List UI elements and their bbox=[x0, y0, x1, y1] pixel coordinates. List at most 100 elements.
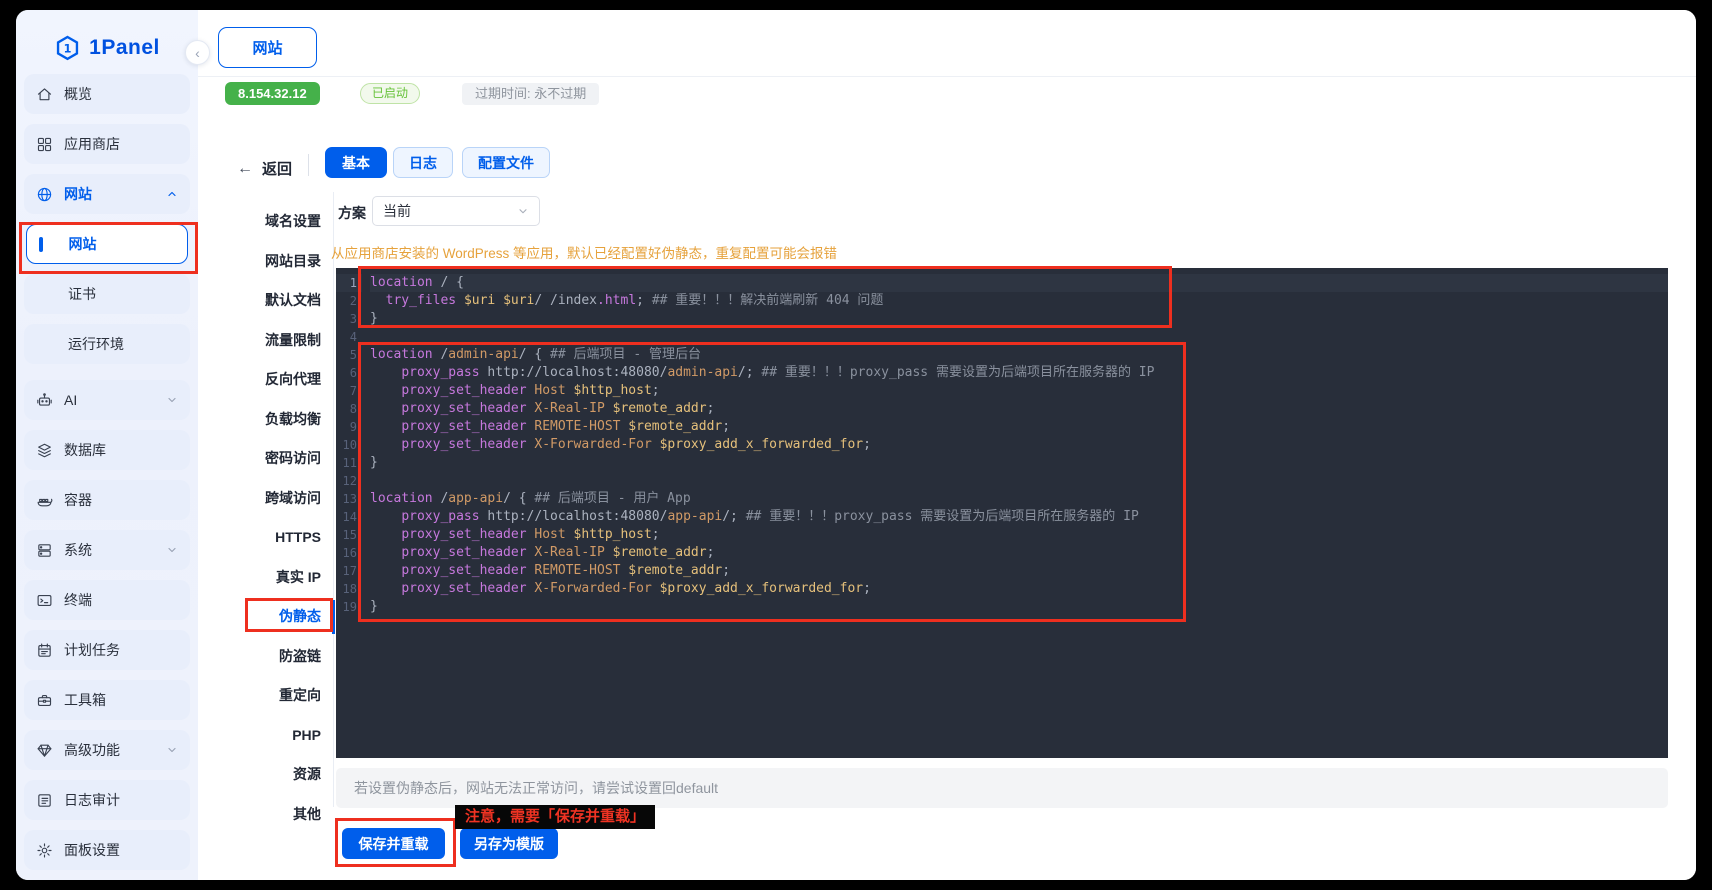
chevron-up-icon bbox=[166, 188, 178, 200]
rewrite-note: 若设置伪静态后，网站无法正常访问，请尝试设置回default bbox=[336, 768, 1668, 808]
settings-nav-item-流量限制[interactable]: 流量限制 bbox=[198, 321, 321, 361]
sidebar-collapse-button[interactable]: ‹ bbox=[185, 40, 210, 65]
settings-nav-item-资源[interactable]: 资源 bbox=[198, 755, 321, 795]
sidebar-item-label: 高级功能 bbox=[64, 740, 120, 760]
code-line: proxy_set_header X-Real-IP $remote_addr; bbox=[370, 400, 1668, 418]
settings-nav-item-其他[interactable]: 其他 bbox=[198, 795, 321, 835]
sidebar-item-label: 工具箱 bbox=[64, 690, 106, 710]
sidebar-item-label: 面板设置 bbox=[64, 840, 120, 860]
code-line: } bbox=[370, 598, 1668, 616]
toolbar-divider bbox=[308, 154, 309, 176]
toolbox-icon bbox=[36, 692, 53, 709]
code-line: proxy_set_header Host $http_host; bbox=[370, 382, 1668, 400]
robot-icon bbox=[36, 392, 53, 409]
editor-code: location / { try_files $uri $uri/ /index… bbox=[362, 268, 1668, 758]
code-line: proxy_pass http://localhost:48080/admin-… bbox=[370, 364, 1668, 382]
sidebar-item-terminal[interactable]: 终端 bbox=[24, 580, 190, 620]
settings-nav-item-默认文档[interactable]: 默认文档 bbox=[198, 281, 321, 321]
sidebar-item-settings[interactable]: 面板设置 bbox=[24, 830, 190, 870]
settings-nav-item-反向代理[interactable]: 反向代理 bbox=[198, 360, 321, 400]
expire-time-badge: 过期时间: 永不过期 bbox=[462, 83, 599, 105]
back-arrow-icon: ← bbox=[237, 160, 253, 178]
save-reload-tooltip: 注意，需要「保存并重载」 bbox=[455, 805, 655, 829]
code-line: proxy_pass http://localhost:48080/app-ap… bbox=[370, 508, 1668, 526]
tab-website[interactable]: 网站 bbox=[218, 27, 317, 68]
sidebar-item-label: 应用商店 bbox=[64, 134, 120, 154]
settings-nav-item-密码访问[interactable]: 密码访问 bbox=[198, 439, 321, 479]
sidebar-item-label: 计划任务 bbox=[64, 640, 120, 660]
settings-nav-divider bbox=[333, 192, 334, 807]
globe-icon bbox=[36, 186, 53, 203]
tab-basic[interactable]: 基本 bbox=[325, 147, 387, 178]
code-line: proxy_set_header X-Forwarded-For $proxy_… bbox=[370, 436, 1668, 454]
sidebar-item-cron[interactable]: 计划任务 bbox=[24, 630, 190, 670]
sidebar-item-overview[interactable]: 概览 bbox=[24, 74, 190, 114]
rewrite-code-editor[interactable]: 12345678910111213141516171819 location /… bbox=[336, 268, 1668, 758]
code-line: proxy_set_header Host $http_host; bbox=[370, 526, 1668, 544]
settings-nav-item-负载均衡[interactable]: 负载均衡 bbox=[198, 400, 321, 440]
sidebar-subitem-website-runtime[interactable]: 运行环境 bbox=[24, 324, 190, 364]
sidebar-item-container[interactable]: 容器 bbox=[24, 480, 190, 520]
code-line: location /admin-api/ { ## 后端项目 - 管理后台 bbox=[370, 346, 1668, 364]
settings-nav-item-PHP[interactable]: PHP bbox=[198, 716, 321, 756]
save-as-template-button[interactable]: 另存为模版 bbox=[460, 828, 558, 859]
gear-icon bbox=[36, 842, 53, 859]
database-icon bbox=[36, 442, 53, 459]
sidebar-menu: 概览应用商店网站网站证书运行环境AI数据库容器系统终端计划任务工具箱高级功能日志… bbox=[24, 74, 190, 880]
settings-nav-item-防盗链[interactable]: 防盗链 bbox=[198, 637, 321, 677]
status-running-badge: 已启动 bbox=[360, 83, 420, 104]
sidebar-item-label: 终端 bbox=[64, 590, 92, 610]
settings-nav-item-跨域访问[interactable]: 跨域访问 bbox=[198, 479, 321, 519]
scheme-label: 方案 bbox=[338, 203, 366, 223]
audit-icon bbox=[36, 792, 53, 809]
chevron-down-icon bbox=[166, 394, 178, 406]
sidebar-item-app-store[interactable]: 应用商店 bbox=[24, 124, 190, 164]
settings-nav: 域名设置网站目录默认文档流量限制反向代理负载均衡密码访问跨域访问HTTPS真实 … bbox=[198, 202, 321, 834]
sidebar-item-label: 容器 bbox=[64, 490, 92, 510]
sidebar-item-system[interactable]: 系统 bbox=[24, 530, 190, 570]
sidebar-item-advanced[interactable]: 高级功能 bbox=[24, 730, 190, 770]
settings-nav-item-域名设置[interactable]: 域名设置 bbox=[198, 202, 321, 242]
sidebar-item-label: 系统 bbox=[64, 540, 92, 560]
save-reload-button[interactable]: 保存并重载 bbox=[342, 828, 445, 859]
settings-nav-item-重定向[interactable]: 重定向 bbox=[198, 676, 321, 716]
chevron-down-icon bbox=[166, 744, 178, 756]
selected-indicator-bar bbox=[39, 237, 43, 252]
sidebar-item-label: 概览 bbox=[64, 84, 92, 104]
sidebar: 1 1Panel 概览应用商店网站网站证书运行环境AI数据库容器系统终端计划任务… bbox=[16, 10, 198, 880]
sidebar-item-database[interactable]: 数据库 bbox=[24, 430, 190, 470]
calendar-icon bbox=[36, 642, 53, 659]
settings-nav-item-真实 IP[interactable]: 真实 IP bbox=[198, 558, 321, 598]
back-button[interactable]: ← 返回 bbox=[237, 158, 292, 179]
tab-logs[interactable]: 日志 bbox=[393, 147, 453, 178]
settings-nav-item-HTTPS[interactable]: HTTPS bbox=[198, 518, 321, 558]
sidebar-item-toolbox[interactable]: 工具箱 bbox=[24, 680, 190, 720]
code-line bbox=[370, 472, 1668, 490]
system-icon bbox=[36, 542, 53, 559]
code-line: location /app-api/ { ## 后端项目 - 用户 App bbox=[370, 490, 1668, 508]
sidebar-subitem-label: 证书 bbox=[68, 284, 96, 304]
code-line: proxy_set_header REMOTE-HOST $remote_add… bbox=[370, 418, 1668, 436]
sidebar-subitem-website-sites[interactable]: 网站 bbox=[26, 224, 188, 264]
tab-config-file[interactable]: 配置文件 bbox=[462, 147, 550, 178]
1panel-logo-icon: 1 bbox=[54, 35, 81, 62]
settings-nav-item-网站目录[interactable]: 网站目录 bbox=[198, 242, 321, 282]
sidebar-subitem-website-certs[interactable]: 证书 bbox=[24, 274, 190, 314]
sidebar-item-website[interactable]: 网站 bbox=[24, 174, 190, 214]
app-store-icon bbox=[36, 136, 53, 153]
sidebar-item-ai[interactable]: AI bbox=[24, 380, 190, 420]
1panel-window: 1 1Panel 概览应用商店网站网站证书运行环境AI数据库容器系统终端计划任务… bbox=[16, 10, 1696, 880]
sidebar-item-label: 日志审计 bbox=[64, 790, 120, 810]
code-line bbox=[370, 328, 1668, 346]
sidebar-item-label: 网站 bbox=[64, 184, 92, 204]
settings-nav-item-伪静态[interactable]: 伪静态 bbox=[198, 597, 321, 637]
rewrite-warning-text: 从应用商店安装的 WordPress 等应用，默认已经配置好伪静态，重复配置可能… bbox=[331, 242, 837, 262]
sidebar-subitem-label: 网站 bbox=[69, 234, 97, 254]
editor-gutter: 12345678910111213141516171819 bbox=[336, 268, 362, 758]
scheme-select[interactable]: 当前 bbox=[372, 196, 540, 226]
brand-name: 1Panel bbox=[89, 36, 160, 60]
scheme-select-value: 当前 bbox=[383, 201, 411, 221]
sidebar-item-log-audit[interactable]: 日志审计 bbox=[24, 780, 190, 820]
logo: 1 1Panel bbox=[16, 28, 198, 68]
code-line: proxy_set_header X-Real-IP $remote_addr; bbox=[370, 544, 1668, 562]
